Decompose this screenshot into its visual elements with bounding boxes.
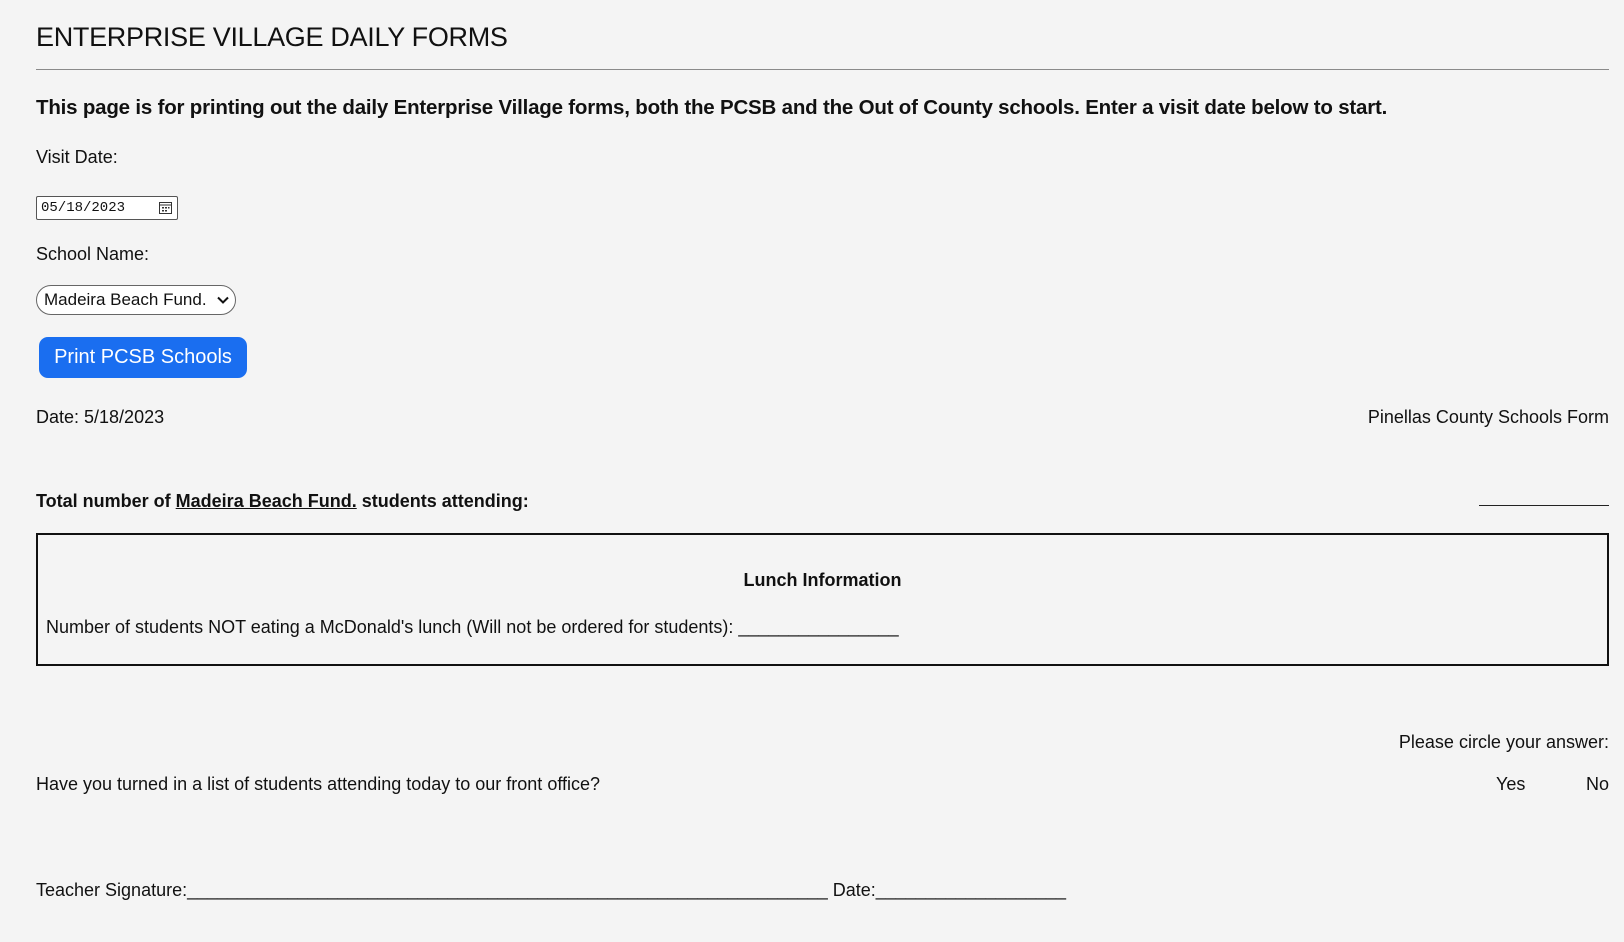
answer-no: No	[1586, 774, 1610, 794]
circle-instruction: Please circle your answer:	[1398, 732, 1609, 752]
lunch-information-box: Lunch Information Number of students NOT…	[36, 533, 1609, 666]
school-name-select[interactable]: Madeira Beach Fund.	[36, 285, 236, 315]
lunch-title: Lunch Information	[743, 570, 902, 590]
total-students-blank	[1479, 505, 1609, 506]
visit-date-input[interactable]: 05/18/2023	[36, 196, 178, 220]
page: ENTERPRISE VILLAGE DAILY FORMS This page…	[0, 0, 1624, 942]
calendar-icon[interactable]	[159, 201, 172, 214]
form-date: Date: 5/18/2023	[36, 407, 165, 427]
total-prefix: Total number of	[36, 491, 176, 511]
intro-text: This page is for printing out the daily …	[36, 96, 1388, 119]
answer-yes: Yes	[1496, 774, 1526, 794]
total-suffix: students attending:	[356, 491, 529, 511]
print-pcsb-schools-button[interactable]: Print PCSB Schools	[39, 337, 247, 378]
visit-date-value: 05/18/2023	[41, 200, 126, 216]
title-divider	[36, 69, 1609, 70]
teacher-signature-line: Teacher Signature:______________________…	[36, 880, 1067, 900]
school-name-label: School Name:	[36, 244, 150, 264]
total-students-line: Total number of Madeira Beach Fund. stud…	[36, 491, 529, 512]
lunch-question: Number of students NOT eating a McDonald…	[46, 617, 899, 637]
school-select-value: Madeira Beach Fund.	[44, 290, 207, 309]
front-office-question: Have you turned in a list of students at…	[36, 774, 601, 794]
visit-date-label: Visit Date:	[36, 147, 118, 167]
total-school-name: Madeira Beach Fund.	[175, 491, 357, 511]
form-name: Pinellas County Schools Form	[1367, 407, 1609, 427]
chevron-down-icon	[217, 296, 229, 304]
page-title: ENTERPRISE VILLAGE DAILY FORMS	[36, 22, 508, 52]
